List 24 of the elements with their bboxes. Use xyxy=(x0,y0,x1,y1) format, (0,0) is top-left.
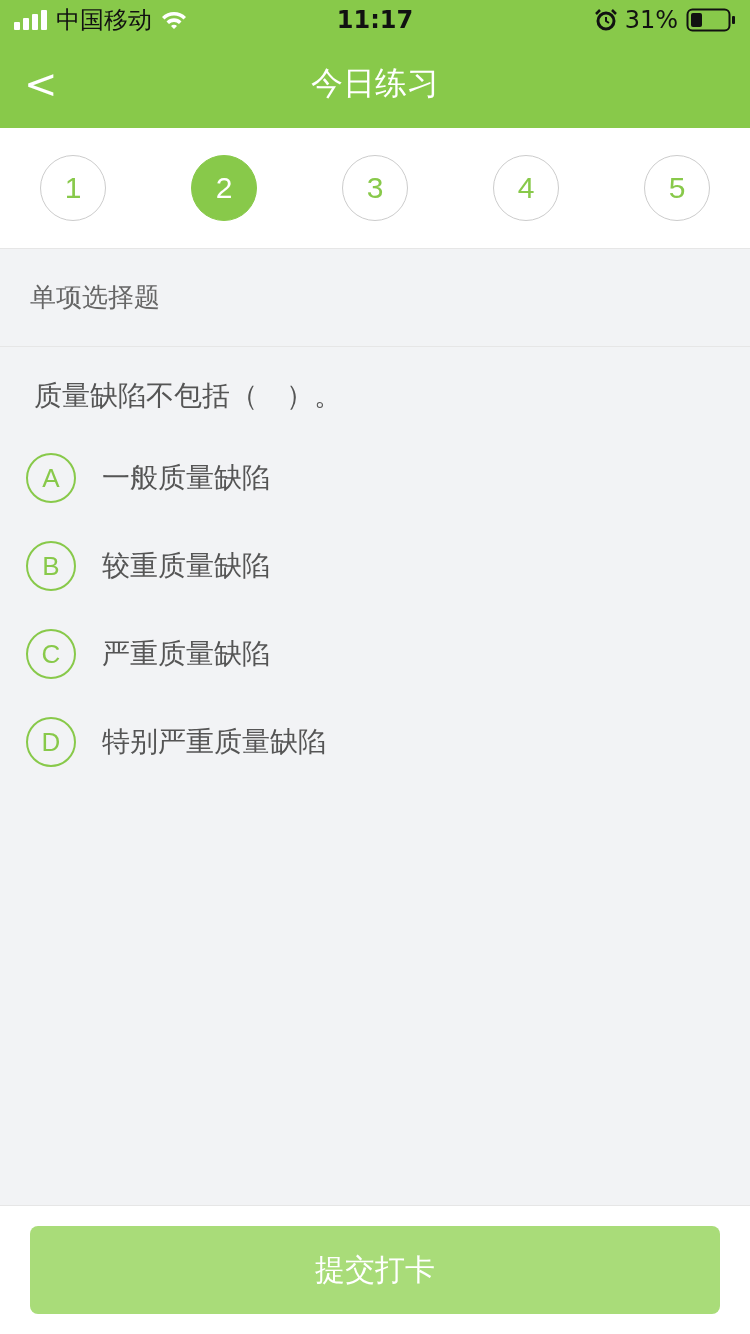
clock-time: 11:17 xyxy=(336,6,414,34)
section-title: 单项选择题 xyxy=(0,249,750,347)
option-text[interactable]: 较重质量缺陷 xyxy=(102,547,270,585)
option-text[interactable]: 特别严重质量缺陷 xyxy=(102,723,326,761)
battery-icon xyxy=(686,8,736,32)
signal-icon xyxy=(14,10,48,30)
option-text[interactable]: 一般质量缺陷 xyxy=(102,459,270,497)
question-number-tab[interactable]: 4 xyxy=(493,155,559,221)
option-radio[interactable]: C xyxy=(26,629,76,679)
carrier-name: 中国移动 xyxy=(56,5,152,36)
page-title: 今日练习 xyxy=(310,63,440,104)
wifi-icon xyxy=(160,10,188,30)
back-button[interactable]: < xyxy=(0,61,82,107)
option-radio[interactable]: B xyxy=(26,541,76,591)
question-number-tab[interactable]: 1 xyxy=(40,155,106,221)
question-number-tab[interactable]: 3 xyxy=(342,155,408,221)
option-radio[interactable]: D xyxy=(26,717,76,767)
question-number-tab[interactable]: 2 xyxy=(191,155,257,221)
option-radio[interactable]: A xyxy=(26,453,76,503)
question-number-tab[interactable]: 5 xyxy=(644,155,710,221)
question-text: 质量缺陷不包括（ ）。 xyxy=(33,378,343,414)
option-text[interactable]: 严重质量缺陷 xyxy=(102,635,270,673)
alarm-icon xyxy=(594,9,617,31)
battery-percent: 31% xyxy=(624,6,678,34)
